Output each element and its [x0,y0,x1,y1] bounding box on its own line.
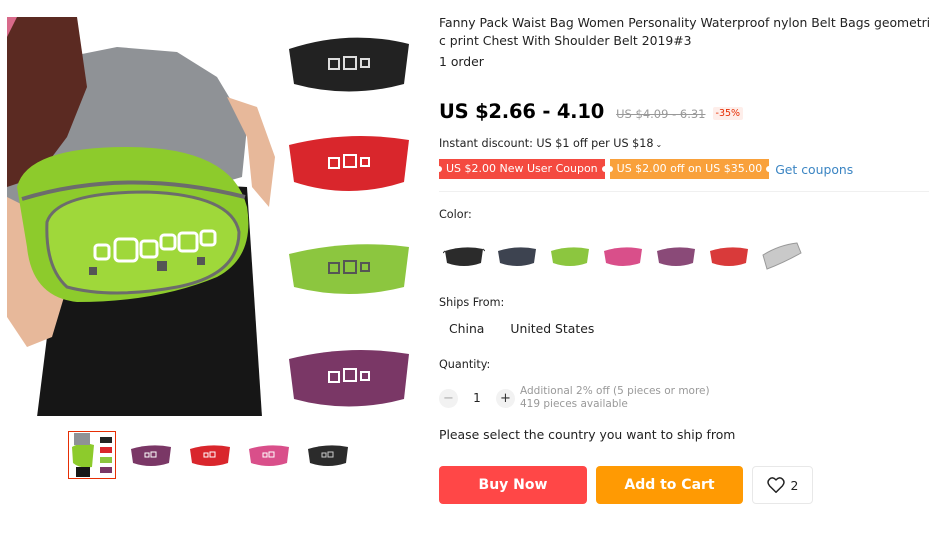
stock-available-text: 419 pieces available [520,398,628,410]
quantity-label: Quantity: [439,358,491,371]
ship-option-china[interactable]: China [449,321,484,336]
ships-from-label: Ships From: [439,296,505,309]
get-coupons-link[interactable]: Get coupons [775,162,853,177]
thumbnail-red-bag[interactable] [186,431,234,479]
instant-discount[interactable]: Instant discount: US $1 off per US $18 ⌄ [439,137,662,150]
chevron-down-icon: ⌄ [655,140,663,149]
original-price: US $4.09 - 6.31 [616,107,706,121]
add-to-cart-button[interactable]: Add to Cart [596,466,743,504]
thumbnail-black-bag[interactable] [304,431,352,479]
shipping-message: Please select the country you want to sh… [439,427,736,442]
swatch-silver[interactable] [757,238,806,274]
thumbnail-pink-bag[interactable] [245,431,293,479]
action-buttons: Buy Now Add to Cart 2 [439,466,813,504]
color-swatch-list [439,238,806,274]
bulk-discount-text: Additional 2% off (5 pieces or more) [520,385,710,397]
swatch-pink[interactable] [598,238,647,274]
quantity-input[interactable]: 1 [458,391,496,405]
color-label: Color: [439,208,472,221]
main-product-image[interactable] [7,17,415,416]
coupon-row: US $2.00 New User Coupon US $2.00 off on… [436,159,853,179]
swatch-black[interactable] [439,238,488,274]
new-user-coupon[interactable]: US $2.00 New User Coupon [436,159,608,179]
quantity-stepper: − 1 + Additional 2% off (5 pieces or mor… [439,385,710,411]
product-title: Fanny Pack Waist Bag Women Personality W… [439,15,931,48]
instant-discount-text: Instant discount: US $1 off per US $18 [439,137,654,150]
thumbnail-main-photo[interactable] [68,431,116,479]
swatch-green[interactable] [545,238,594,274]
divider [439,191,929,192]
swatch-red[interactable] [704,238,753,274]
increase-quantity-button[interactable]: + [496,388,515,408]
ship-option-united-states[interactable]: United States [510,321,594,336]
price-row: US $2.66 - 4.10 US $4.09 - 6.31 -35% [439,100,744,123]
discount-badge: -35% [712,107,744,120]
order-count: 1 order [439,54,484,69]
current-price: US $2.66 - 4.10 [439,100,605,123]
decrease-quantity-button[interactable]: − [439,388,458,408]
swatch-purple[interactable] [651,238,700,274]
quantity-note: Additional 2% off (5 pieces or more) 419… [520,385,710,411]
ships-from-options: China United States [449,321,594,336]
thumbnail-strip [68,431,352,479]
thumbnail-purple-bag[interactable] [127,431,175,479]
swatch-dark-gray[interactable] [492,238,541,274]
buy-now-button[interactable]: Buy Now [439,466,587,504]
store-coupon[interactable]: US $2.00 off on US $35.00 [606,159,772,179]
wishlist-button[interactable]: 2 [752,466,813,504]
wishlist-count: 2 [790,477,799,493]
heart-icon [766,477,785,493]
